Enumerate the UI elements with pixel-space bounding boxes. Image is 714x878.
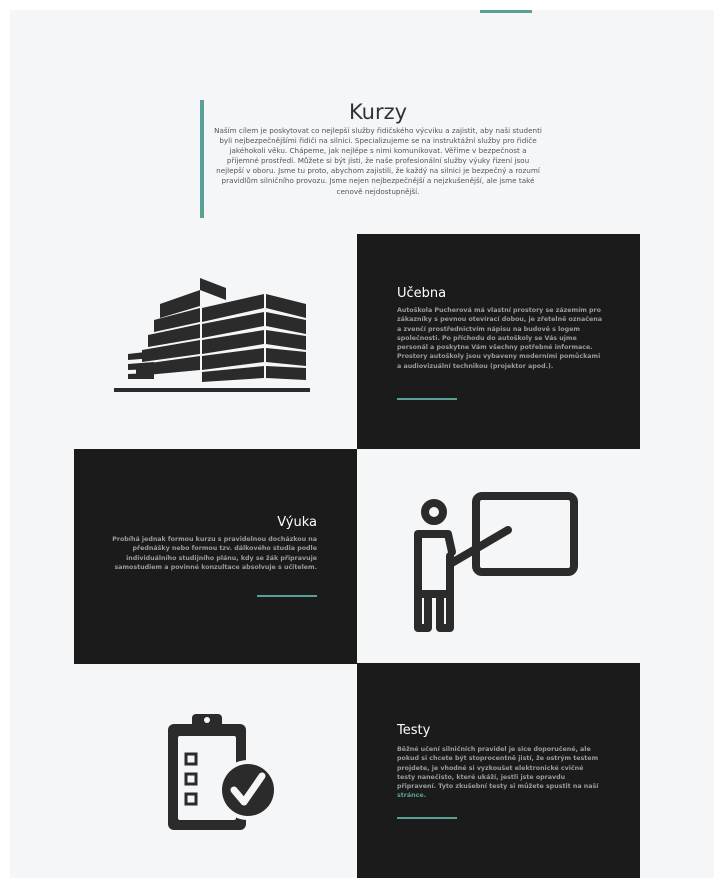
- intro-block: Kurzy Naším cílem je poskytovat co nejle…: [200, 100, 544, 218]
- panel-vyuka-title: Výuka: [277, 515, 317, 530]
- section-title: Kurzy: [348, 100, 408, 124]
- panel-ucebna: Učebna Autoškola Pucherová má vlastní pr…: [357, 234, 640, 449]
- panel-ucebna-title: Učebna: [397, 286, 447, 301]
- top-accent-line: [480, 10, 532, 13]
- panel-testy-text: Běžné učení silničních pravidel je sice …: [397, 745, 603, 801]
- panel-vyuka: Výuka Probíhá jednak formou kurzu s prav…: [74, 449, 357, 664]
- building-icon: [114, 278, 310, 392]
- panel-vyuka-accent: [257, 595, 317, 597]
- page-container: Kurzy Naším cílem je poskytovat co nejle…: [10, 10, 714, 878]
- panel-ucebna-accent: [397, 398, 457, 400]
- tests-page-link[interactable]: stránce.: [397, 792, 426, 799]
- panel-ucebna-text: Autoškola Pucherová má vlastní prostory …: [397, 307, 602, 370]
- panel-vyuka-text: Probíhá jednak formou kurzu s pravidelno…: [112, 536, 317, 571]
- panel-testy-title: Testy: [397, 723, 431, 738]
- clipboard-check-icon: [168, 714, 278, 830]
- intro-text: Naším cílem je poskytovat co nejlepší sl…: [214, 126, 542, 196]
- teacher-board-icon: [414, 492, 578, 632]
- panel-testy-body: Běžné učení silničních pravidel je sice …: [397, 746, 599, 791]
- intro-accent-bar: [200, 100, 204, 218]
- panel-testy-accent: [397, 817, 457, 819]
- panel-testy: Testy Běžné učení silničních pravidel je…: [357, 663, 640, 878]
